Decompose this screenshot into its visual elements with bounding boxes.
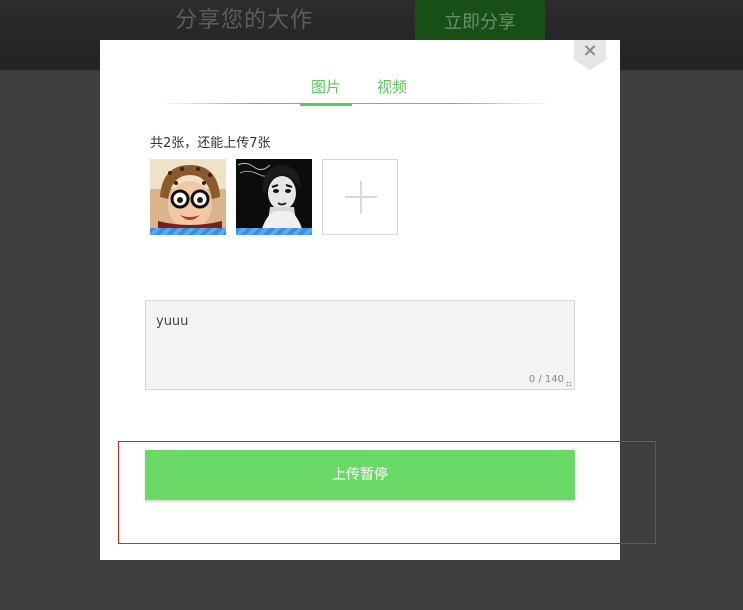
upload-progress-bar	[150, 228, 226, 235]
upload-count-text: 共2张，还能上传7张	[150, 136, 271, 151]
close-button[interactable]: ×	[574, 40, 606, 70]
photo-thumbnail-1[interactable]	[150, 159, 226, 235]
add-photo-button[interactable]	[322, 159, 398, 235]
media-tabs: 图片 视频	[100, 76, 620, 106]
background-share-button: 立即分享	[415, 0, 545, 44]
tab-video[interactable]: 视频	[377, 76, 407, 103]
caption-textarea[interactable]: yuuu 0 / 140	[145, 300, 575, 390]
highlight-annotation-frame	[118, 441, 656, 544]
tab-divider	[160, 103, 552, 104]
girl-photo-icon	[150, 159, 226, 235]
tab-photos[interactable]: 图片	[300, 76, 352, 106]
photo-thumbnail-2[interactable]	[236, 159, 312, 235]
resize-grip-icon[interactable]	[566, 381, 572, 387]
close-icon: ×	[582, 40, 598, 61]
upload-progress-bar	[236, 228, 312, 235]
character-counter: 0 / 140	[528, 374, 564, 385]
background-title: 分享您的大作	[175, 8, 314, 33]
woman-portrait-icon	[236, 159, 312, 235]
caption-text: yuuu	[156, 314, 189, 329]
